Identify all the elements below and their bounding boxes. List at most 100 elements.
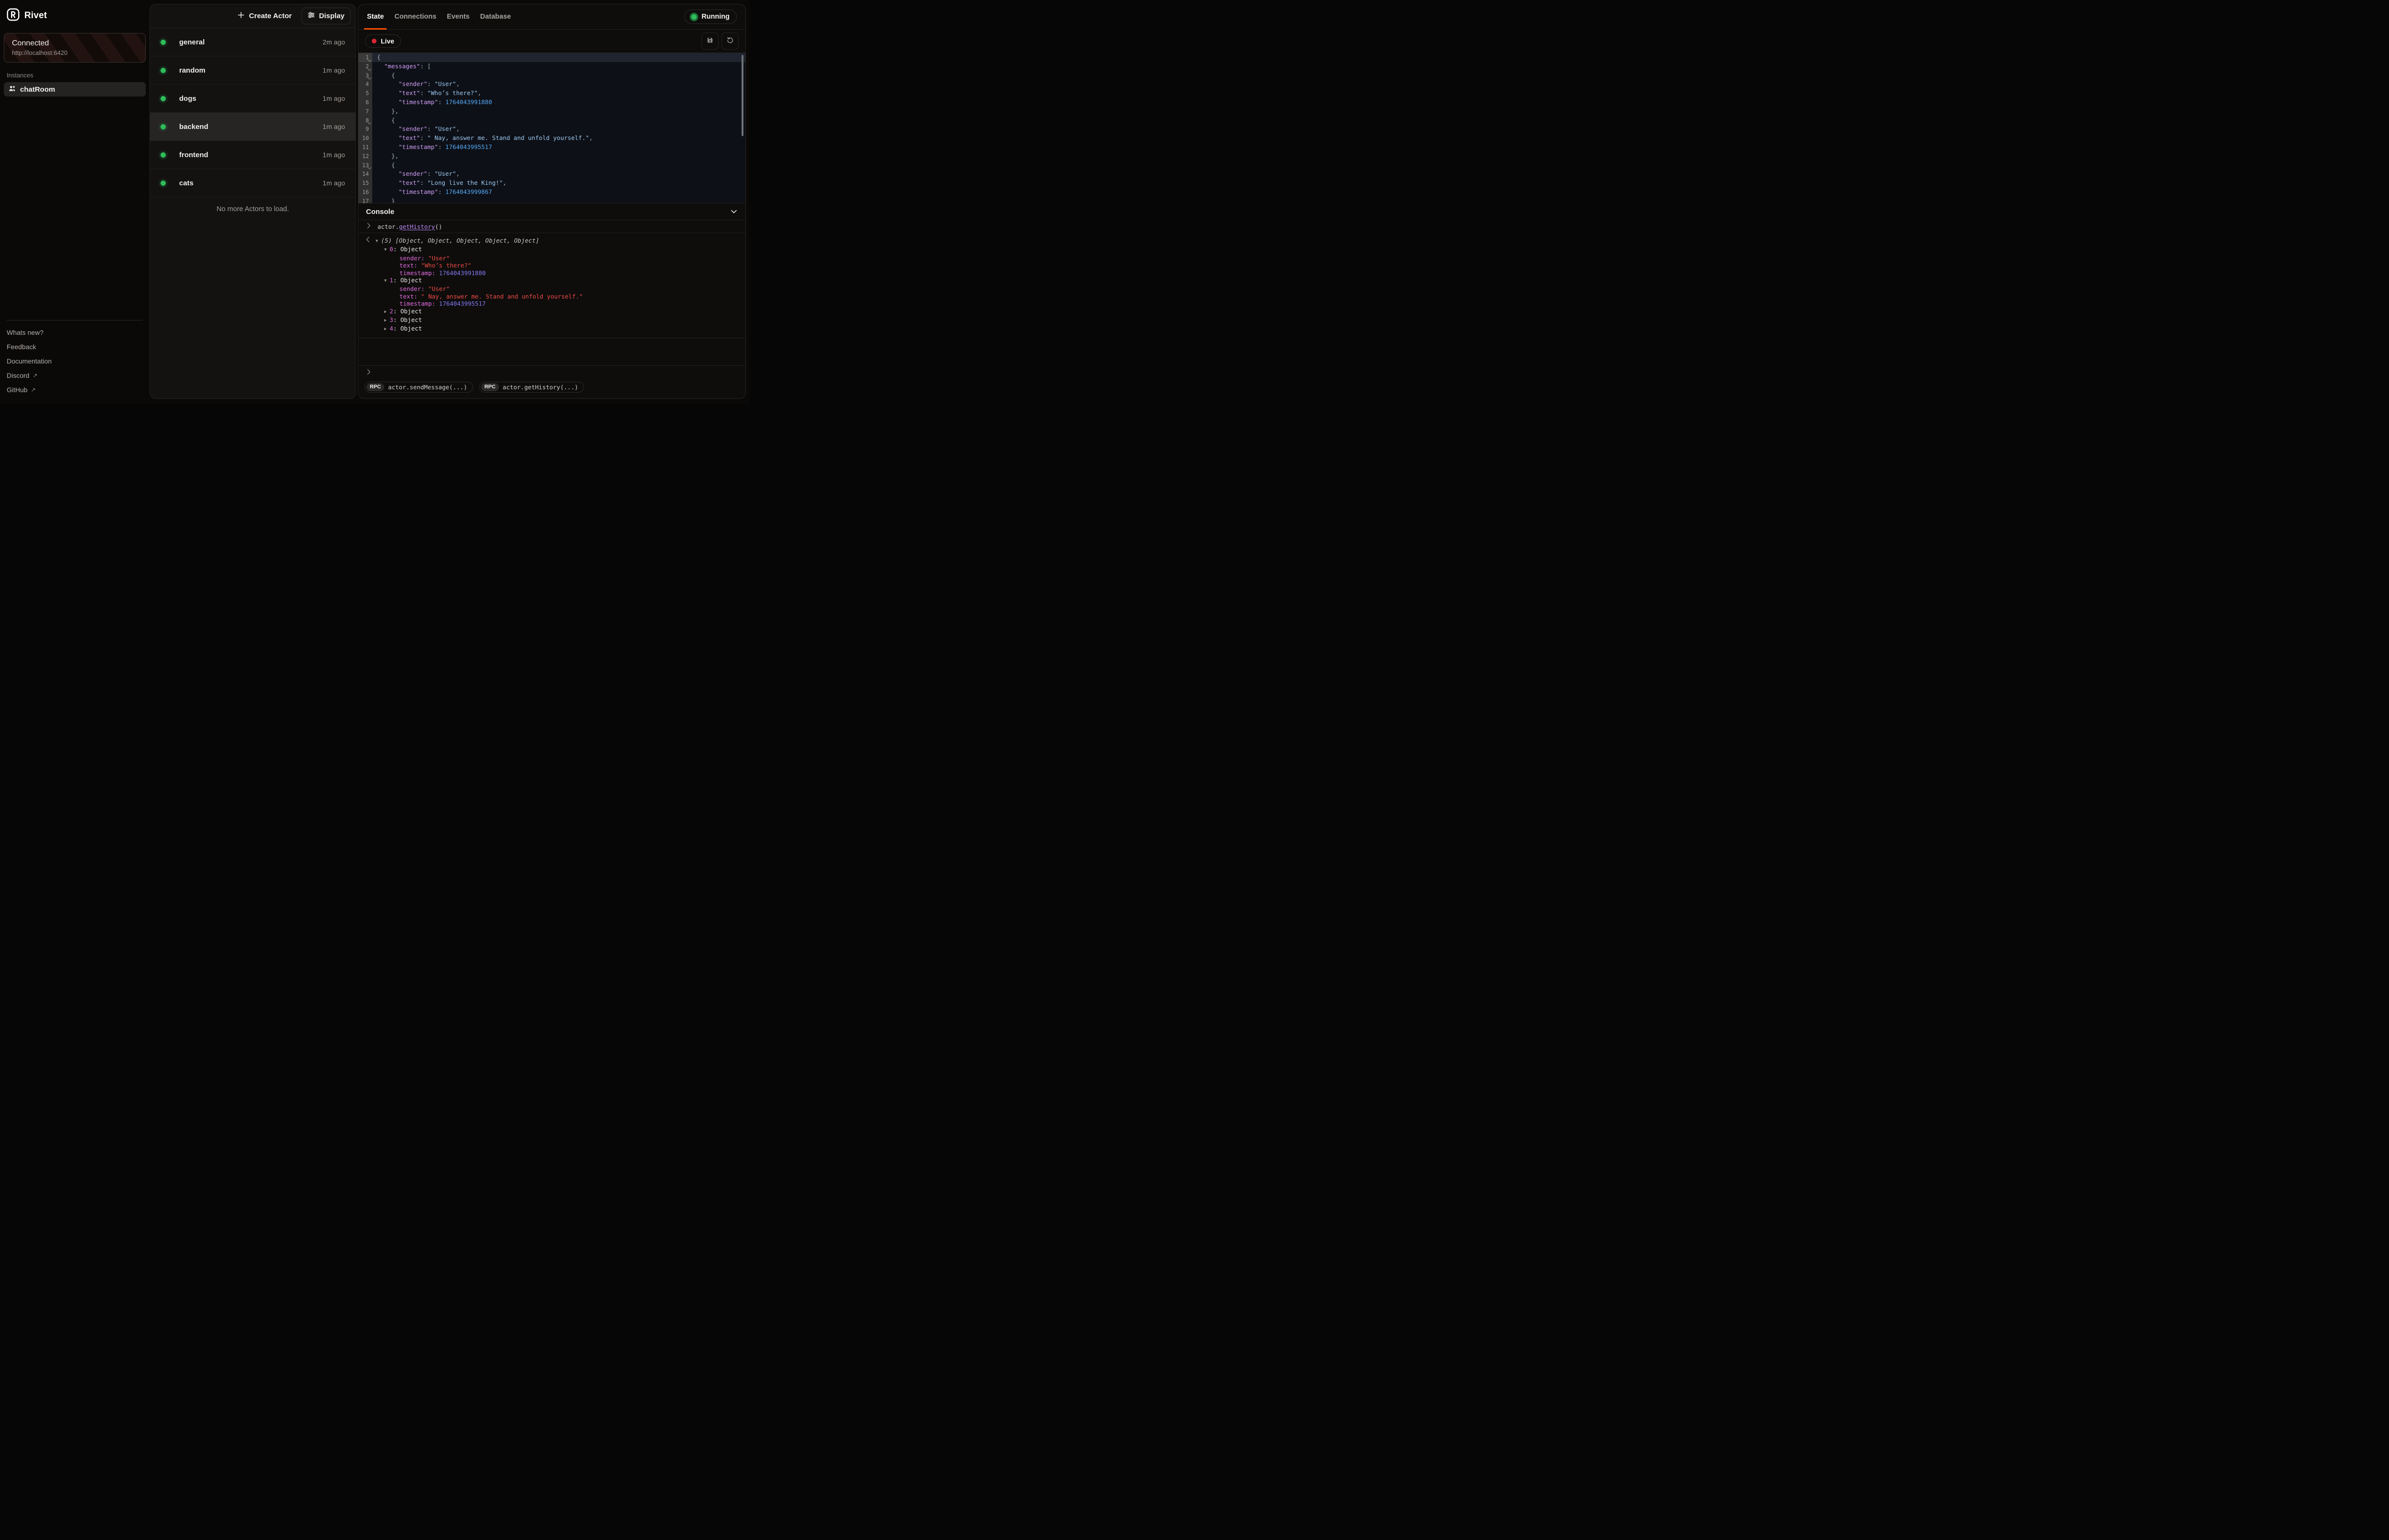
code-line[interactable]: "text": "Who’s there?", <box>377 89 745 98</box>
fold-chevron-icon[interactable] <box>368 76 372 80</box>
code-line[interactable]: "sender": "User", <box>377 80 745 89</box>
triangle-down-icon[interactable]: ▼ <box>384 246 387 254</box>
code-line[interactable]: "timestamp": 1764043991880 <box>377 98 745 107</box>
line-number: 5 <box>358 89 372 98</box>
code-line[interactable]: "text": " Nay, answer me. Stand and unfo… <box>377 134 745 143</box>
code-token: 1764043995517 <box>445 143 492 150</box>
footer-link-whats-new-[interactable]: Whats new? <box>7 325 143 340</box>
save-button[interactable] <box>701 32 719 50</box>
create-actor-label: Create Actor <box>249 12 291 20</box>
code-line[interactable]: }, <box>377 107 745 116</box>
status-dot-icon <box>161 152 166 158</box>
live-label: Live <box>381 37 394 45</box>
connection-url: http://localhost:6420 <box>12 49 138 56</box>
fold-chevron-icon[interactable] <box>368 166 372 170</box>
code-token: , <box>589 134 593 141</box>
brand-name: Rivet <box>24 11 47 21</box>
editor-code[interactable]: { "messages": [ { "sender": "User", "tex… <box>372 53 745 203</box>
code-line[interactable]: "sender": "User", <box>377 170 745 179</box>
footer-link-discord[interactable]: Discord↗ <box>7 368 143 383</box>
actor-row[interactable]: general2m ago <box>150 28 355 56</box>
actor-last-seen: 1m ago <box>323 66 345 74</box>
footer-link-github[interactable]: GitHub↗ <box>7 383 143 397</box>
brand: Rivet <box>0 0 150 26</box>
triangle-right-icon[interactable]: ▶ <box>384 317 387 324</box>
console-input[interactable] <box>358 367 745 379</box>
console-object-row[interactable]: ▶3: Object <box>358 316 745 325</box>
property-key: text: <box>399 293 418 300</box>
footer-link-documentation[interactable]: Documentation <box>7 354 143 368</box>
code-line[interactable]: "messages": [ <box>377 62 745 71</box>
code-token: , <box>456 125 460 132</box>
actor-row[interactable]: random 1m ago <box>150 56 355 85</box>
code-line[interactable]: "sender": "User", <box>377 125 745 134</box>
code-line[interactable]: { <box>377 71 745 80</box>
console-property-row: timestamp: 1764043991880 <box>358 269 745 277</box>
code-token: : <box>420 63 427 70</box>
actor-name: cats <box>179 179 194 187</box>
sidebar-item-instance[interactable]: chatRoom <box>4 82 146 96</box>
code-token <box>377 134 398 141</box>
rpc-chip[interactable]: RPCactor.getHistory(...) <box>479 382 584 393</box>
code-token: "User" <box>434 125 456 132</box>
instance-label: chatRoom <box>20 86 55 94</box>
chevron-down-icon[interactable] <box>730 208 738 215</box>
instances-label: Instances <box>7 72 143 79</box>
fold-chevron-icon[interactable] <box>368 67 372 71</box>
console-object-row[interactable]: ▼1: Object <box>358 277 745 285</box>
code-line[interactable]: { <box>377 116 745 125</box>
triangle-right-icon[interactable]: ▶ <box>384 326 387 333</box>
fold-chevron-icon[interactable] <box>368 121 372 125</box>
code-token: 1764043999867 <box>445 188 492 195</box>
code-line[interactable]: "timestamp": 1764043995517 <box>377 143 745 152</box>
tabs: State Connections Events Database <box>367 4 511 29</box>
actor-name: random <box>179 66 205 75</box>
footer-link-feedback[interactable]: Feedback <box>7 340 143 354</box>
console-property-row: text: " Nay, answer me. Stand and unfold… <box>358 293 745 300</box>
actor-last-seen: 1m ago <box>323 151 345 159</box>
revert-button[interactable] <box>721 32 739 50</box>
display-button[interactable]: Display <box>301 8 351 24</box>
line-number: 17 <box>358 197 372 203</box>
tab-database[interactable]: Database <box>480 4 511 29</box>
code-token <box>377 98 398 106</box>
actor-list: general2m ago random 1m ago dogs1m agobacke… <box>150 28 355 398</box>
property-value: "Who’s there?" <box>421 262 471 269</box>
footer-link-label: GitHub <box>7 386 28 394</box>
create-actor-button[interactable]: Create Actor <box>234 9 295 23</box>
editor-scrollbar[interactable] <box>742 55 743 136</box>
code-line[interactable]: { <box>372 53 745 62</box>
code-token: [ <box>427 63 431 70</box>
actor-row[interactable]: backend1m ago <box>150 113 355 141</box>
rpc-label: actor.getHistory(...) <box>503 384 578 391</box>
rpc-chip[interactable]: RPCactor.sendMessage(...) <box>365 382 473 393</box>
editor-actions <box>701 32 739 50</box>
console-object-row[interactable]: ▶4: Object <box>358 325 745 333</box>
actor-row[interactable]: cats1m ago <box>150 169 355 197</box>
rpc-shortcuts: RPCactor.sendMessage(...) RPCactor.getHis… <box>358 379 745 398</box>
code-line[interactable]: "timestamp": 1764043999867 <box>377 188 745 197</box>
actors-header: Create Actor Display <box>150 4 355 28</box>
tab-state[interactable]: State <box>367 4 384 29</box>
property-key: timestamp: <box>399 269 435 277</box>
state-json-editor[interactable]: 1234567891011121314151617 { "messages": … <box>358 53 745 203</box>
code-line[interactable]: "text": "Long live the King!", <box>377 179 745 188</box>
tab-connections[interactable]: Connections <box>394 4 436 29</box>
triangle-down-icon[interactable]: ▼ <box>384 278 387 285</box>
console-object-row[interactable]: ▼0: Object <box>358 246 745 254</box>
triangle-right-icon[interactable]: ▶ <box>384 309 387 316</box>
live-badge[interactable]: Live <box>365 34 401 48</box>
console-command-entry: actor.getHistory() <box>358 220 745 233</box>
actor-row[interactable]: dogs1m ago <box>150 85 355 113</box>
fold-chevron-icon[interactable] <box>368 58 372 62</box>
console-object-row[interactable]: ▶2: Object <box>358 308 745 316</box>
code-line[interactable]: }, <box>377 152 745 161</box>
actor-row[interactable]: frontend1m ago <box>150 141 355 169</box>
console-command-text: actor.getHistory() <box>377 223 442 230</box>
actor-last-seen: 2m ago <box>323 38 345 46</box>
tab-events[interactable]: Events <box>447 4 470 29</box>
users-icon <box>9 85 16 94</box>
code-line[interactable]: { <box>377 161 745 170</box>
code-line[interactable]: } <box>377 197 745 203</box>
console-header[interactable]: Console <box>358 203 745 220</box>
